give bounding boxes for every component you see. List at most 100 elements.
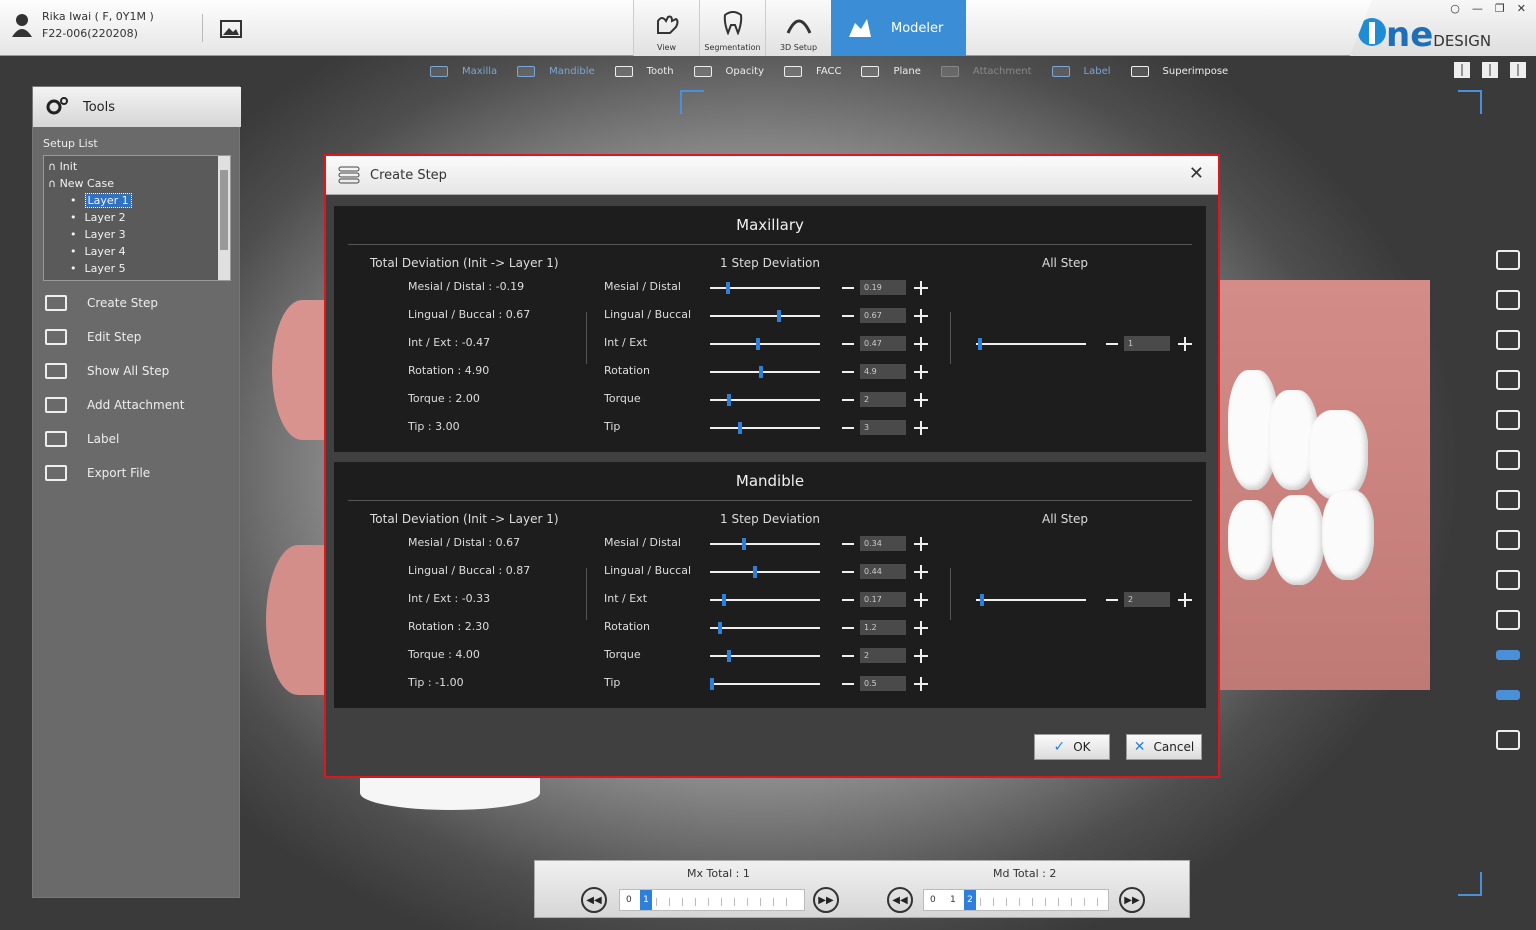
toolbar-facc[interactable]: FACC: [784, 65, 841, 77]
triangle-icon[interactable]: [1496, 530, 1520, 550]
toolbar-opacity[interactable]: Opacity: [693, 65, 764, 77]
mx-step-track[interactable]: 0 1: [619, 889, 805, 911]
cancel-button[interactable]: ✕ Cancel: [1126, 734, 1202, 760]
mx-current-step[interactable]: 1: [640, 890, 652, 910]
grid-icon[interactable]: [1496, 330, 1520, 350]
step-value-field[interactable]: 0.67: [860, 308, 906, 323]
pen-icon[interactable]: [1496, 290, 1520, 310]
all-step-increment-button[interactable]: [1178, 337, 1192, 351]
ok-button[interactable]: ✓ OK: [1034, 734, 1110, 760]
all-step-value-field[interactable]: 1: [1124, 336, 1170, 351]
slider-thumb[interactable]: [737, 422, 742, 434]
increment-button[interactable]: [914, 365, 928, 379]
rotate-icon[interactable]: [1496, 610, 1520, 630]
step-value-field[interactable]: 2: [860, 648, 906, 663]
increment-button[interactable]: [914, 621, 928, 635]
step-value-field[interactable]: 0.47: [860, 336, 906, 351]
lower-teeth-icon[interactable]: [1496, 690, 1520, 700]
edit-step-button[interactable]: Edit Step: [45, 326, 141, 348]
slider-thumb[interactable]: [978, 338, 983, 350]
increment-button[interactable]: [914, 309, 928, 323]
decrement-button[interactable]: [842, 287, 854, 289]
mx-next-button[interactable]: ▶▶: [813, 887, 839, 913]
increment-button[interactable]: [914, 677, 928, 691]
toolbar-tooth[interactable]: Tooth: [614, 65, 674, 77]
slider-thumb[interactable]: [753, 566, 758, 578]
md-prev-button[interactable]: ◀◀: [887, 887, 913, 913]
layout-split-icon[interactable]: [1454, 62, 1470, 78]
step-slider[interactable]: [710, 678, 820, 690]
list-item-layer[interactable]: Layer 5: [48, 260, 226, 277]
slider-thumb[interactable]: [710, 678, 715, 690]
md-next-button[interactable]: ▶▶: [1119, 887, 1145, 913]
step-slider[interactable]: [710, 366, 820, 378]
layout-triple-icon[interactable]: [1482, 62, 1498, 78]
slider-thumb[interactable]: [756, 338, 761, 350]
toolbar-superimpose[interactable]: Superimpose: [1130, 65, 1228, 77]
tab-view[interactable]: View: [633, 0, 699, 56]
step-value-field[interactable]: 0.34: [860, 536, 906, 551]
shield-icon[interactable]: [1496, 570, 1520, 590]
step-value-field[interactable]: 2: [860, 392, 906, 407]
step-slider[interactable]: [710, 650, 820, 662]
slider-thumb[interactable]: [726, 394, 731, 406]
increment-button[interactable]: [914, 537, 928, 551]
toolbar-label[interactable]: Label: [1051, 65, 1111, 77]
add-attachment-button[interactable]: Add Attachment: [45, 394, 184, 416]
list-item-layer[interactable]: Layer 4: [48, 243, 226, 260]
toolbar-plane[interactable]: Plane: [861, 65, 921, 77]
show-all-step-button[interactable]: Show All Step: [45, 360, 169, 382]
decrement-button[interactable]: [842, 571, 854, 573]
step-slider[interactable]: [710, 622, 820, 634]
decrement-button[interactable]: [842, 683, 854, 685]
step-value-field[interactable]: 3: [860, 420, 906, 435]
list-item-layer[interactable]: Layer 2: [48, 209, 226, 226]
slider-thumb[interactable]: [722, 594, 727, 606]
decrement-button[interactable]: [842, 627, 854, 629]
setup-list[interactable]: ∩ Init ∩ New Case Layer 1 Layer 2 Layer …: [43, 155, 231, 281]
step-value-field[interactable]: 0.19: [860, 280, 906, 295]
decrement-button[interactable]: [842, 599, 854, 601]
all-step-slider[interactable]: [976, 338, 1086, 350]
decrement-button[interactable]: [842, 371, 854, 373]
teeth-icon[interactable]: [1496, 450, 1520, 470]
step-slider[interactable]: [710, 538, 820, 550]
step-value-field[interactable]: 4.9: [860, 364, 906, 379]
step-slider[interactable]: [710, 282, 820, 294]
step-slider[interactable]: [710, 422, 820, 434]
list-scrollbar[interactable]: [218, 156, 230, 280]
step-slider[interactable]: [710, 566, 820, 578]
all-step-decrement-button[interactable]: [1106, 599, 1118, 601]
list-item-layer[interactable]: Layer 3: [48, 226, 226, 243]
increment-button[interactable]: [914, 593, 928, 607]
create-step-button[interactable]: Create Step: [45, 292, 158, 314]
slider-thumb[interactable]: [725, 282, 730, 294]
slider-thumb[interactable]: [777, 310, 782, 322]
print-icon[interactable]: [1496, 730, 1520, 750]
upper-arch-icon[interactable]: [1496, 370, 1520, 390]
decrement-button[interactable]: [842, 543, 854, 545]
tab-segmentation[interactable]: Segmentation: [699, 0, 765, 56]
list-item-new-case[interactable]: ∩ New Case: [48, 175, 226, 192]
restore-icon[interactable]: ❐: [1495, 2, 1505, 15]
increment-button[interactable]: [914, 565, 928, 579]
step-value-field[interactable]: 0.5: [860, 676, 906, 691]
tab-3d-setup[interactable]: 3D Setup: [765, 0, 831, 56]
toolbar-mandible[interactable]: Mandible: [517, 65, 595, 77]
settings-icon[interactable]: ○: [1450, 2, 1460, 15]
slider-thumb[interactable]: [758, 366, 763, 378]
jaw-icon[interactable]: [1496, 490, 1520, 510]
pencil-icon[interactable]: [1496, 250, 1520, 270]
close-icon[interactable]: ✕: [1517, 2, 1526, 15]
increment-button[interactable]: [914, 281, 928, 295]
increment-button[interactable]: [914, 393, 928, 407]
all-step-slider[interactable]: [976, 594, 1086, 606]
all-step-increment-button[interactable]: [1178, 593, 1192, 607]
step-value-field[interactable]: 1.2: [860, 620, 906, 635]
step-slider[interactable]: [710, 394, 820, 406]
layout-quad-icon[interactable]: [1510, 62, 1526, 78]
slider-thumb[interactable]: [979, 594, 984, 606]
increment-button[interactable]: [914, 421, 928, 435]
label-button[interactable]: Label: [45, 428, 119, 450]
increment-button[interactable]: [914, 649, 928, 663]
